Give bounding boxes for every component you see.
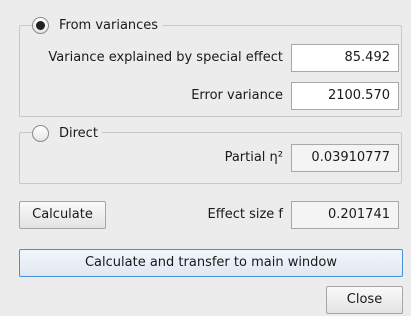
close-button[interactable]: Close bbox=[326, 286, 403, 314]
direct-radio[interactable] bbox=[32, 124, 49, 142]
direct-label: Direct bbox=[59, 125, 98, 141]
variance-explained-label: Variance explained by special effect bbox=[48, 50, 283, 65]
effect-size-field[interactable]: 0.201741 bbox=[291, 201, 399, 229]
from-variances-label: From variances bbox=[59, 17, 159, 33]
variance-explained-field[interactable]: 85.492 bbox=[291, 44, 399, 72]
effect-size-label: Effect size f bbox=[207, 207, 283, 222]
calculate-and-transfer-button[interactable]: Calculate and transfer to main window bbox=[19, 249, 403, 277]
calculate-button[interactable]: Calculate bbox=[19, 201, 106, 229]
direct-option[interactable]: Direct bbox=[32, 124, 102, 142]
error-variance-field[interactable]: 2100.570 bbox=[291, 82, 399, 110]
from-variances-radio[interactable] bbox=[32, 16, 49, 34]
partial-eta-field[interactable]: 0.03910777 bbox=[291, 144, 399, 172]
partial-eta-label: Partial η² bbox=[224, 150, 283, 165]
from-variances-option[interactable]: From variances bbox=[32, 16, 163, 34]
radio-selected-dot bbox=[36, 20, 45, 30]
error-variance-label: Error variance bbox=[191, 88, 283, 103]
